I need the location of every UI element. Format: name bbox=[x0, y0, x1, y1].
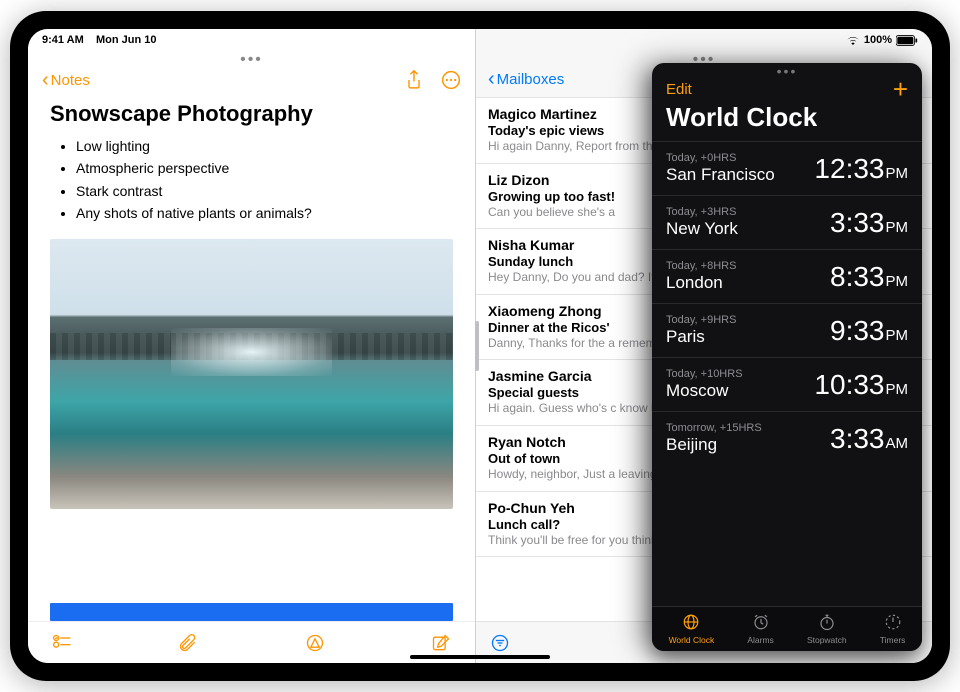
note-image-snowscape[interactable] bbox=[50, 239, 453, 509]
markup-icon[interactable] bbox=[305, 633, 325, 653]
add-button[interactable]: + bbox=[893, 82, 908, 98]
clock-city: San Francisco bbox=[666, 165, 775, 185]
notes-pane: ••• ‹ Notes Snowscape Photography bbox=[28, 29, 476, 663]
compose-icon[interactable] bbox=[431, 633, 451, 653]
clock-city: Moscow bbox=[666, 381, 743, 401]
home-indicator[interactable] bbox=[410, 655, 550, 659]
status-date: Mon Jun 10 bbox=[96, 34, 157, 46]
battery-percent: 100% bbox=[864, 34, 892, 46]
status-right: 100% bbox=[846, 34, 918, 46]
clock-time: 12:33PM bbox=[814, 153, 908, 185]
mail-back-label: Mailboxes bbox=[497, 71, 565, 88]
ipad-frame: 9:41 AM Mon Jun 10 100% ••• ‹ Notes bbox=[10, 11, 950, 681]
note-bullet: Any shots of native plants or animals? bbox=[76, 202, 453, 224]
note-bullet: Low lighting bbox=[76, 135, 453, 157]
battery-icon bbox=[896, 35, 918, 46]
world-clock-row[interactable]: Today, +10HRSMoscow 10:33PM bbox=[652, 357, 922, 411]
clock-offset: Today, +3HRS bbox=[666, 206, 738, 218]
timer-icon bbox=[884, 613, 902, 633]
multitask-dots-icon[interactable]: ••• bbox=[652, 63, 922, 79]
clock-offset: Today, +9HRS bbox=[666, 314, 736, 326]
tab-label: Stopwatch bbox=[807, 635, 847, 645]
clock-city: Paris bbox=[666, 327, 736, 347]
chevron-left-icon: ‹ bbox=[488, 68, 495, 91]
note-bullet: Stark contrast bbox=[76, 180, 453, 202]
clock-offset: Today, +10HRS bbox=[666, 368, 743, 380]
clock-offset: Today, +8HRS bbox=[666, 260, 736, 272]
world-clock-row[interactable]: Today, +9HRSParis 9:33PM bbox=[652, 303, 922, 357]
checklist-icon[interactable] bbox=[52, 633, 72, 653]
split-divider-handle[interactable] bbox=[475, 321, 479, 371]
multitask-dots-icon[interactable]: ••• bbox=[240, 51, 263, 69]
globe-icon bbox=[682, 613, 700, 633]
notes-toolbar-right bbox=[405, 70, 461, 90]
tab-label: Timers bbox=[880, 635, 906, 645]
edit-button[interactable]: Edit bbox=[666, 81, 692, 98]
world-clock-row[interactable]: Tomorrow, +15HRSBeijing 3:33AM bbox=[652, 411, 922, 465]
wifi-icon bbox=[846, 35, 860, 45]
clock-time: 3:33PM bbox=[830, 207, 908, 239]
world-clock-list[interactable]: Today, +0HRSSan Francisco12:33PMToday, +… bbox=[652, 141, 922, 606]
tab-stopwatch[interactable]: Stopwatch bbox=[807, 613, 847, 645]
world-clock-row[interactable]: Today, +0HRSSan Francisco 12:33PM bbox=[652, 141, 922, 195]
clock-time: 8:33PM bbox=[830, 261, 908, 293]
clock-offset: Today, +0HRS bbox=[666, 152, 775, 164]
clock-time: 3:33AM bbox=[830, 423, 908, 455]
clock-slideover[interactable]: ••• Edit + World Clock Today, +0HRSSan F… bbox=[652, 63, 922, 651]
screen: 9:41 AM Mon Jun 10 100% ••• ‹ Notes bbox=[28, 29, 932, 663]
clock-tab-bar: World Clock Alarms Stopwatch Timers bbox=[652, 606, 922, 651]
more-icon[interactable] bbox=[441, 70, 461, 90]
notes-back-label: Notes bbox=[51, 72, 90, 89]
tab-label: Alarms bbox=[747, 635, 773, 645]
share-icon[interactable] bbox=[405, 70, 423, 90]
clock-time: 10:33PM bbox=[814, 369, 908, 401]
tab-alarms[interactable]: Alarms bbox=[747, 613, 773, 645]
filter-icon[interactable] bbox=[490, 633, 510, 653]
notes-bottom-toolbar bbox=[28, 621, 475, 663]
note-title: Snowscape Photography bbox=[50, 101, 453, 127]
note-content[interactable]: Snowscape Photography Low lighting Atmos… bbox=[28, 97, 475, 591]
note-bullet-list: Low lighting Atmospheric perspective Sta… bbox=[50, 135, 453, 225]
notes-back-button[interactable]: ‹ Notes bbox=[42, 69, 90, 92]
note-image-strip[interactable] bbox=[50, 603, 453, 621]
attachment-icon[interactable] bbox=[178, 633, 198, 653]
world-clock-row[interactable]: Today, +8HRSLondon 8:33PM bbox=[652, 249, 922, 303]
world-clock-row[interactable]: Today, +3HRSNew York 3:33PM bbox=[652, 195, 922, 249]
tab-timers[interactable]: Timers bbox=[880, 613, 906, 645]
note-bullet: Atmospheric perspective bbox=[76, 157, 453, 179]
clock-time: 9:33PM bbox=[830, 315, 908, 347]
alarm-icon bbox=[752, 613, 770, 633]
status-time: 9:41 AM bbox=[42, 34, 84, 46]
tab-world-clock[interactable]: World Clock bbox=[669, 613, 715, 645]
stopwatch-icon bbox=[818, 613, 836, 633]
clock-toolbar: Edit + bbox=[652, 79, 922, 98]
status-left: 9:41 AM Mon Jun 10 bbox=[42, 34, 157, 46]
chevron-left-icon: ‹ bbox=[42, 69, 49, 92]
clock-title: World Clock bbox=[652, 98, 922, 141]
tab-label: World Clock bbox=[669, 635, 715, 645]
clock-city: Beijing bbox=[666, 435, 762, 455]
clock-city: New York bbox=[666, 219, 738, 239]
clock-offset: Tomorrow, +15HRS bbox=[666, 422, 762, 434]
clock-city: London bbox=[666, 273, 736, 293]
status-bar: 9:41 AM Mon Jun 10 100% bbox=[28, 29, 932, 51]
